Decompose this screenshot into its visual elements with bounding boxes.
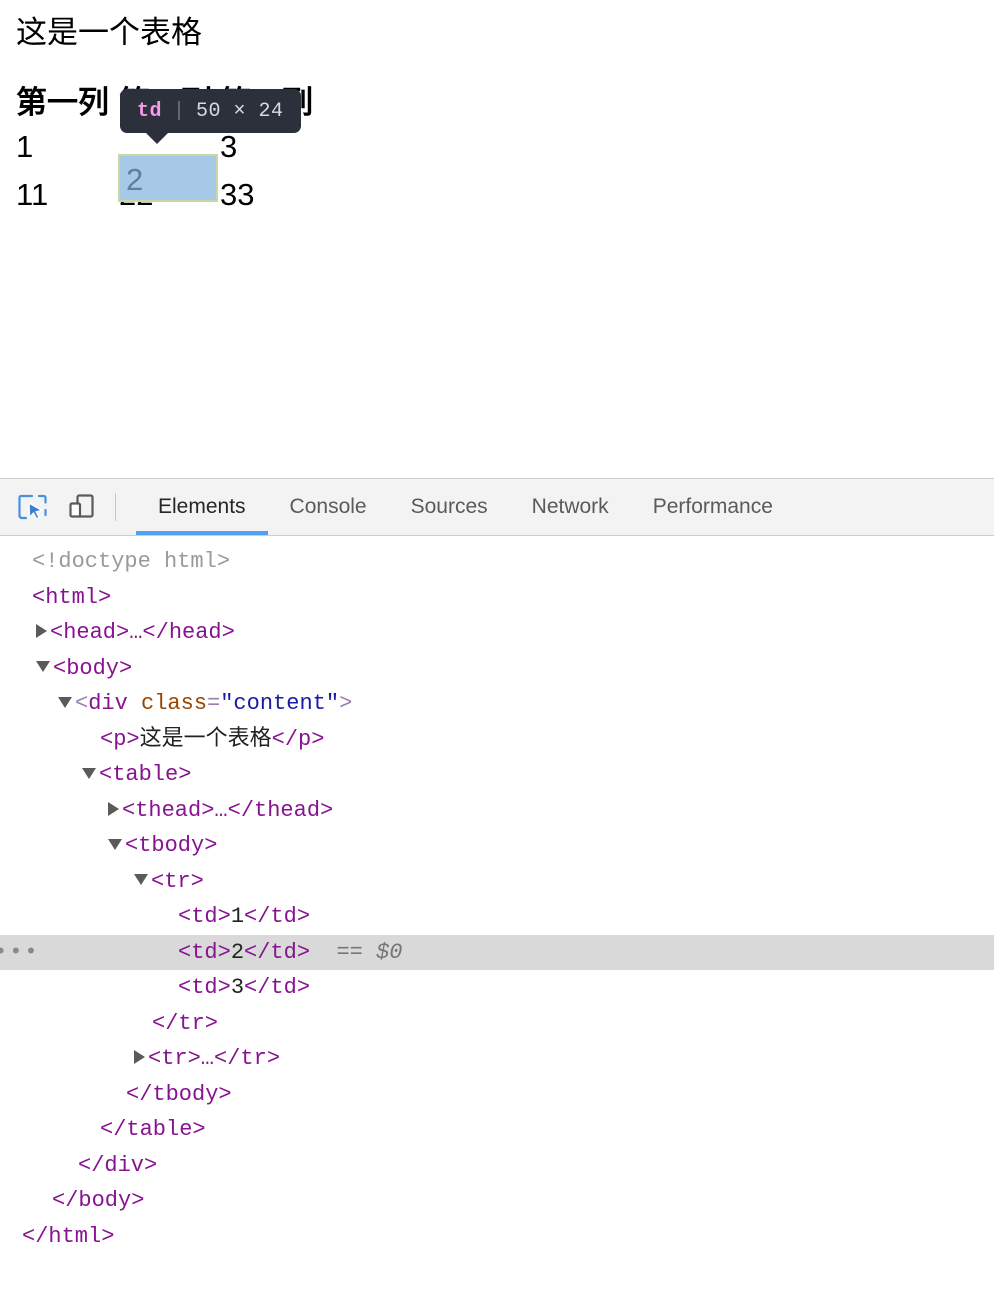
dom-tree[interactable]: <!doctype html> <html> <head>…</head> <b… [0,536,994,1254]
disclosure-triangle-down-icon[interactable] [82,767,96,779]
tooltip-dimensions: 50 × 24 [196,99,284,123]
dom-line-table-close[interactable]: </table> [0,1112,994,1148]
tab-memory[interactable]: M [795,479,817,535]
table-open-tag: <table> [99,762,192,787]
disclosure-triangle-down-icon[interactable] [36,661,50,673]
dom-line-doctype: <!doctype html> [0,544,994,580]
dom-line-td-3[interactable]: <td>3</td> [0,970,994,1006]
td1-close-tag: </td> [244,904,311,929]
disclosure-triangle-down-icon[interactable] [58,696,72,708]
dom-line-tbody-open[interactable]: <tbody> [0,828,994,864]
dom-line-td-2-selected[interactable]: ••• <td>2</td> == $0 [0,934,994,971]
td3-close-tag: </td> [244,975,311,1000]
td3-text-node: 3 [230,975,245,1000]
dom-line-body-open[interactable]: <body> [0,651,994,687]
tooltip-separator: | [173,99,186,123]
table-close-tag: </table> [100,1117,206,1142]
table-row[interactable]: 11 22 33 [16,171,321,219]
dom-line-tr-close[interactable]: </tr> [0,1006,994,1042]
html-open-tag: <html> [32,584,112,610]
div-close-tag: </div> [78,1152,158,1178]
page-paragraph: 这是一个表格 [16,15,202,50]
dom-line-p[interactable]: <p>这是一个表格</p> [0,722,994,758]
node-ellipsis-badge[interactable]: ••• [0,935,40,971]
selected-node-ref: $0 [376,939,403,965]
tooltip-tag-name: td [137,99,163,123]
dom-line-head[interactable]: <head>…</head> [0,615,994,651]
dom-line-tr-open[interactable]: <tr> [0,864,994,900]
dom-line-thead[interactable]: <thead>…</thead> [0,793,994,829]
toolbar-divider [115,493,116,521]
dom-line-body-close[interactable]: </body> [0,1183,994,1219]
disclosure-triangle-down-icon[interactable] [134,874,148,886]
body-open-tag: <body> [53,655,133,681]
table-cell[interactable]: 22 [119,171,220,219]
td3-open-tag: <td> [178,975,231,1000]
tr-open-tag: <tr> [151,868,204,894]
devtools-tab-bar: Elements Console Sources Network Perform… [136,479,817,535]
rendered-page-viewport: 这是一个表格 第一列 第二列 第三列 1 3 11 22 33 [0,0,994,478]
p-text-node: 这是一个表格 [139,726,272,752]
head-collapsed-tag: <head>…</head> [50,620,235,645]
devtools-toolbar: Elements Console Sources Network Perform… [0,479,994,536]
tbody-close-tag: </tbody> [126,1081,232,1107]
div-close-bracket: > [339,691,353,716]
dom-line-html-open[interactable]: <html> [0,580,994,616]
table-cell[interactable]: 33 [220,171,321,219]
table-cell[interactable]: 11 [16,171,119,219]
td2-close-tag: </td> [244,939,311,965]
div-attr-name: class [141,691,208,716]
device-toolbar-icon[interactable] [57,479,105,535]
disclosure-triangle-down-icon[interactable] [108,838,122,850]
doctype-text: <!doctype html> [32,549,231,574]
tooltip-arrow [144,131,170,144]
td2-open-tag: <td> [178,939,231,965]
dom-line-tbody-close[interactable]: </tbody> [0,1077,994,1113]
inspector-tooltip: td | 50 × 24 [120,89,301,144]
dom-line-html-close[interactable]: </html> [0,1219,994,1255]
dom-line-table-open[interactable]: <table> [0,757,994,793]
selected-node-equals: == [336,939,363,965]
body-close-tag: </body> [52,1188,145,1213]
p-open-tag: <p> [100,726,140,752]
inspect-element-icon[interactable] [9,479,57,535]
td1-text-node: 1 [230,904,245,929]
dom-line-div-open[interactable]: <div class="content"> [0,686,994,722]
table-header-cell: 第一列 [16,84,109,120]
div-attr-value: "content" [220,691,340,716]
disclosure-triangle-right-icon[interactable] [134,1050,145,1065]
tr-close-tag: </tr> [152,1010,219,1036]
dom-line-tr-collapsed[interactable]: <tr>…</tr> [0,1041,994,1077]
disclosure-triangle-right-icon[interactable] [36,624,47,639]
td1-open-tag: <td> [178,904,231,929]
tab-performance[interactable]: Performance [631,479,795,535]
p-close-tag: </p> [271,726,325,752]
div-tag-name: div [88,691,128,716]
tab-console[interactable]: Console [268,479,389,535]
td2-text-node: 2 [230,939,245,965]
dom-line-td-1[interactable]: <td>1</td> [0,899,994,935]
tab-sources[interactable]: Sources [389,479,510,535]
html-close-tag: </html> [22,1223,115,1249]
tr-collapsed-tag: <tr>…</tr> [148,1046,281,1071]
thead-collapsed-tag: <thead>…</thead> [122,797,334,823]
tab-elements[interactable]: Elements [136,479,268,535]
devtools-panel: Elements Console Sources Network Perform… [0,478,994,1312]
disclosure-triangle-right-icon[interactable] [108,801,119,816]
table-cell[interactable]: 1 [16,123,119,171]
tbody-open-tag: <tbody> [125,833,218,858]
dom-line-div-close[interactable]: </div> [0,1148,994,1184]
div-open-bracket: < [75,691,89,716]
tab-network[interactable]: Network [510,479,631,535]
